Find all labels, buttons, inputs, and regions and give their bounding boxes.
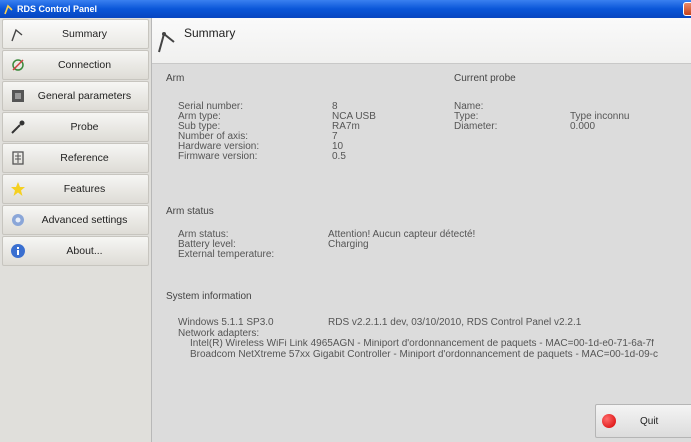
sidebar-item-label: General parameters bbox=[37, 90, 132, 102]
probe-icon bbox=[9, 118, 27, 136]
sidebar-item-label: Advanced settings bbox=[41, 214, 128, 226]
main-panel: Summary Arm Serial number: Arm type: Sub… bbox=[152, 18, 691, 442]
advanced-settings-icon bbox=[9, 211, 27, 229]
arm-icon bbox=[156, 28, 178, 54]
sidebar-item-label: Features bbox=[63, 183, 106, 195]
sidebar-item-connection[interactable]: Connection bbox=[2, 50, 149, 80]
sidebar-item-label: Probe bbox=[70, 121, 99, 133]
probe-section-title: Current probe bbox=[454, 73, 516, 84]
sidebar-item-summary[interactable]: Summary bbox=[2, 19, 149, 49]
sidebar-item-label: Connection bbox=[57, 59, 112, 71]
status-label-temperature: External temperature: bbox=[178, 249, 275, 260]
system-adapter-1: Intel(R) Wireless WiFi Link 4965AGN - Mi… bbox=[190, 339, 655, 349]
status-value-battery: Charging bbox=[328, 239, 369, 250]
status-section-title: Arm status bbox=[166, 206, 214, 217]
system-section-title: System information bbox=[166, 291, 252, 302]
system-rds-version: RDS v2.2.1.1 dev, 03/10/2010, RDS Contro… bbox=[328, 317, 582, 328]
close-button[interactable] bbox=[683, 2, 691, 16]
title-bar: RDS Control Panel bbox=[0, 0, 691, 18]
sidebar-item-about[interactable]: About... bbox=[2, 236, 149, 266]
system-os: Windows 5.1.1 SP3.0 bbox=[178, 317, 274, 328]
arm-value-firmware: 0.5 bbox=[332, 151, 346, 162]
connection-icon bbox=[9, 56, 27, 74]
sidebar: Summary Connection General parameters Pr… bbox=[0, 18, 152, 442]
quit-dot-icon bbox=[602, 414, 616, 428]
probe-value-diameter: 0.000 bbox=[570, 121, 596, 132]
app-icon bbox=[3, 4, 14, 15]
arm-label-firmware: Firmware version: bbox=[178, 151, 258, 162]
parameters-icon bbox=[9, 87, 27, 105]
info-icon bbox=[9, 242, 27, 260]
reference-icon bbox=[9, 149, 27, 167]
system-adapters-label: Network adapters: bbox=[178, 328, 260, 339]
sidebar-item-general-parameters[interactable]: General parameters bbox=[2, 81, 149, 111]
arm-icon bbox=[9, 25, 27, 43]
page-title: Summary bbox=[184, 26, 236, 40]
sidebar-item-probe[interactable]: Probe bbox=[2, 112, 149, 142]
sidebar-item-advanced-settings[interactable]: Advanced settings bbox=[2, 205, 149, 235]
quit-button[interactable]: Quit bbox=[595, 404, 691, 438]
quit-label: Quit bbox=[640, 415, 659, 427]
sidebar-item-features[interactable]: Features bbox=[2, 174, 149, 204]
star-icon bbox=[9, 180, 27, 198]
page-header: Summary bbox=[152, 18, 691, 64]
sidebar-item-label: Summary bbox=[62, 28, 107, 40]
arm-section-title: Arm bbox=[166, 73, 185, 84]
system-adapter-2: Broadcom NetXtreme 57xx Gigabit Controll… bbox=[190, 350, 658, 360]
window-title: RDS Control Panel bbox=[17, 4, 98, 14]
probe-label-diameter: Diameter: bbox=[454, 121, 498, 132]
sidebar-item-label: Reference bbox=[60, 152, 109, 164]
sidebar-item-reference[interactable]: Reference bbox=[2, 143, 149, 173]
sidebar-item-label: About... bbox=[66, 245, 103, 257]
